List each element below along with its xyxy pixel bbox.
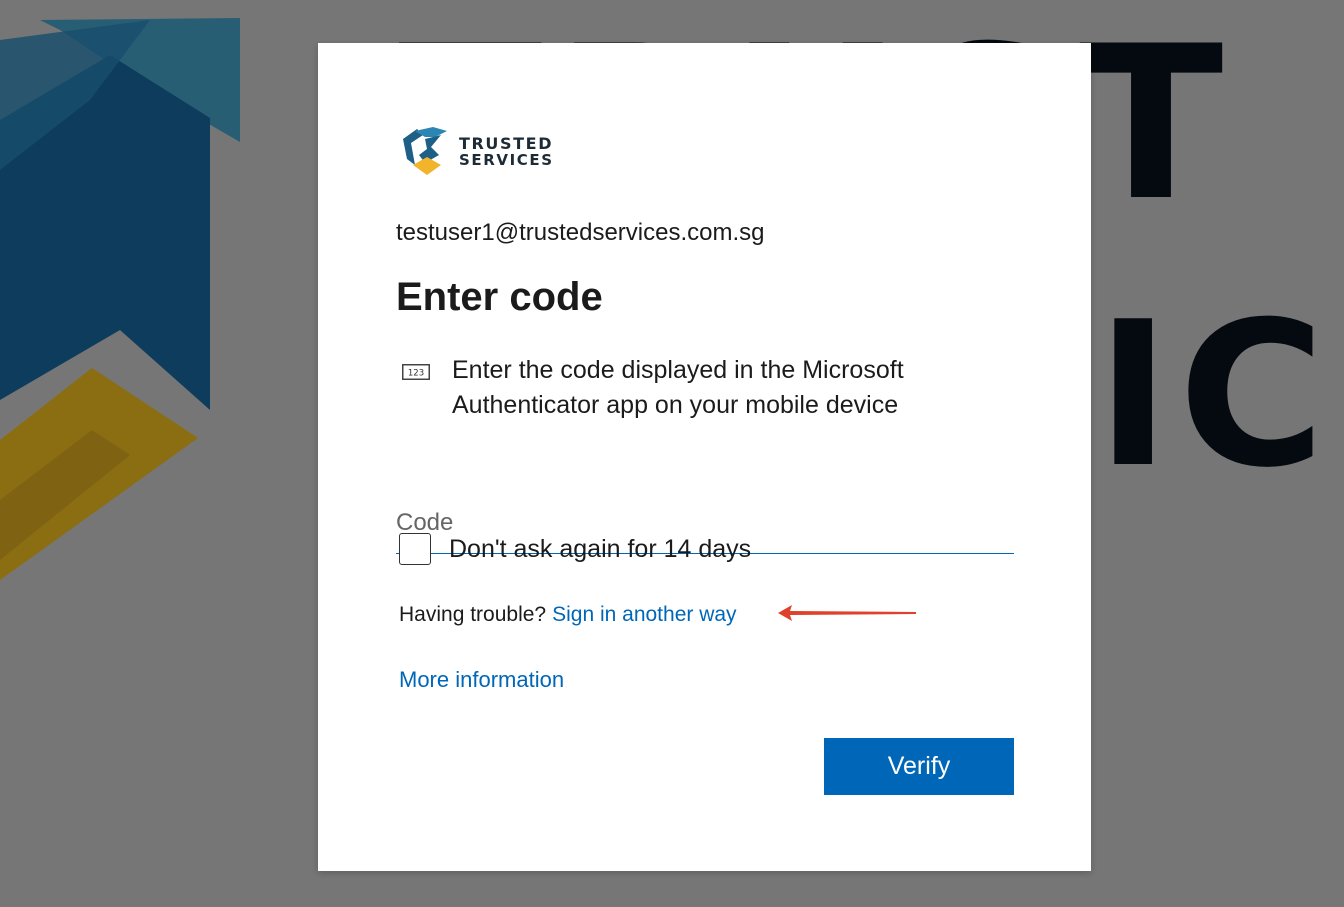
trusted-services-logo-icon (403, 127, 447, 175)
instruction-row: 123 Enter the code displayed in the Micr… (402, 353, 1002, 423)
logo-text-trusted: TRUSTED (459, 133, 554, 153)
more-information-link[interactable]: More information (399, 667, 564, 693)
company-logo: TRUSTED SERVICES (401, 125, 554, 179)
remember-checkbox-label[interactable]: Don't ask again for 14 days (449, 535, 751, 564)
account-email: testuser1@trustedservices.com.sg (396, 219, 765, 246)
page-title: Enter code (396, 275, 603, 319)
remember-option[interactable]: Don't ask again for 14 days (399, 533, 751, 565)
numeric-code-icon-label: 123 (408, 369, 424, 379)
trouble-prefix: Having trouble? (399, 603, 547, 626)
numeric-code-icon: 123 (402, 364, 430, 380)
logo-text-services: SERVICES (459, 150, 554, 169)
remember-checkbox[interactable] (399, 533, 431, 565)
annotation-arrow-icon (778, 605, 916, 621)
verify-button[interactable]: Verify (824, 738, 1014, 795)
instruction-text: Enter the code displayed in the Microsof… (452, 356, 904, 419)
sign-in-another-way-link[interactable]: Sign in another way (552, 603, 736, 627)
trouble-row: Having trouble? Sign in another way (399, 603, 737, 627)
logo-wordmark: TRUSTED SERVICES (459, 133, 554, 169)
sign-in-card: TRUSTED SERVICES testuser1@trustedservic… (318, 43, 1091, 871)
background-large-text-bottom: ICE (1096, 279, 1344, 512)
